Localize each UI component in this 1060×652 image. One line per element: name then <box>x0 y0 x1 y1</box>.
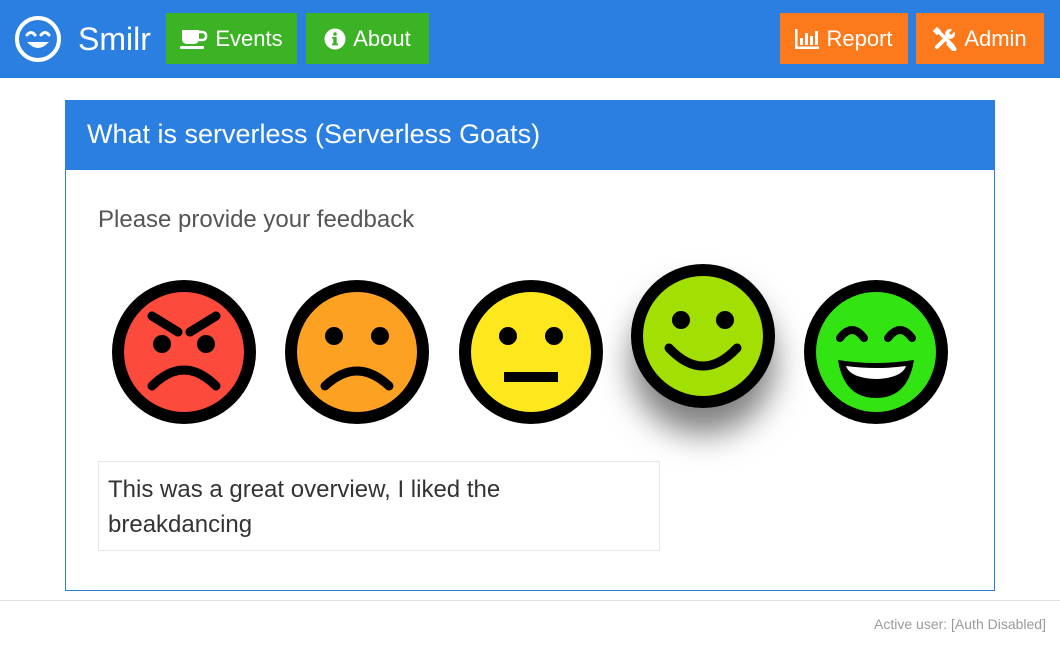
event-title: What is serverless (Serverless Goats) <box>66 101 994 170</box>
feedback-panel: What is serverless (Serverless Goats) Pl… <box>65 100 995 591</box>
rating-face-5[interactable] <box>798 274 954 430</box>
happy-face-icon <box>625 258 781 414</box>
admin-button-label: Admin <box>964 25 1027 51</box>
laughing-face-icon <box>798 274 954 430</box>
feedback-comment-input[interactable] <box>98 461 660 551</box>
brand-link[interactable]: Smilr <box>14 14 151 64</box>
neutral-face-icon <box>453 274 609 430</box>
brand-name: Smilr <box>78 21 151 57</box>
smiley-face-icon <box>14 15 62 63</box>
angry-face-icon <box>106 274 262 430</box>
info-circle-icon <box>324 28 353 50</box>
bar-chart-icon <box>795 28 826 49</box>
about-button-label: About <box>353 25 411 51</box>
tools-icon <box>933 26 964 51</box>
rating-face-3[interactable] <box>453 274 609 430</box>
coffee-cup-icon <box>180 28 215 50</box>
about-button[interactable]: About <box>306 13 429 64</box>
navbar: Smilr Events About Report Admin <box>0 0 1060 78</box>
rating-face-4[interactable] <box>625 258 781 414</box>
footer-divider <box>0 600 1060 601</box>
admin-button[interactable]: Admin <box>916 13 1044 64</box>
sad-face-icon <box>279 274 435 430</box>
rating-face-2[interactable] <box>279 274 435 430</box>
report-button[interactable]: Report <box>780 13 908 64</box>
feedback-prompt: Please provide your feedback <box>98 206 415 233</box>
report-button-label: Report <box>826 25 893 51</box>
events-button[interactable]: Events <box>166 13 297 64</box>
events-button-label: Events <box>215 25 283 51</box>
active-user-status: Active user: [Auth Disabled] <box>874 616 1046 632</box>
rating-face-1[interactable] <box>106 274 262 430</box>
